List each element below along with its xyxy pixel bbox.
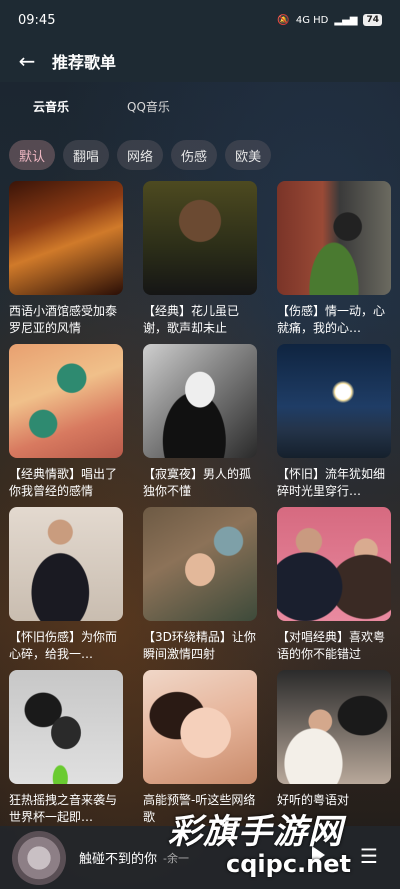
playlist-cover xyxy=(143,344,257,458)
playlist-cover xyxy=(9,670,123,784)
playlist-cover xyxy=(143,507,257,621)
playlist-cover xyxy=(277,507,391,621)
tag-cover[interactable]: 翻唱 xyxy=(63,140,110,170)
playlist-cover xyxy=(9,181,123,295)
tag-sad[interactable]: 伤感 xyxy=(171,140,218,170)
status-bar: 09:45 🔕 4G HD ▂▄▆ 74 xyxy=(0,0,400,40)
mute-icon: 🔕 xyxy=(277,14,290,26)
mini-player[interactable]: 触碰不到的你 -余一 ☰ xyxy=(0,826,400,889)
playlist-card[interactable]: 西语小酒馆感受加泰罗尼亚的风情 xyxy=(9,181,123,344)
playlist-cover xyxy=(143,181,257,295)
tab-cloud-music[interactable]: 云音乐 xyxy=(33,98,69,115)
status-icons: 🔕 4G HD ▂▄▆ 74 xyxy=(277,14,382,26)
playlist-title: 好听的粤语对 xyxy=(277,793,350,807)
playlist-title: 狂热摇拽之音来袭与世界杯一起即… xyxy=(9,793,118,824)
now-playing-artist: -余一 xyxy=(163,851,189,865)
playlist-card[interactable]: 【怀旧伤感】为你而心碎，给我一… xyxy=(9,507,123,670)
source-tabs: 云音乐 QQ音乐 xyxy=(0,92,400,120)
network-indicator: 4G HD xyxy=(295,14,329,26)
playlist-card[interactable]: 【经典情歌】唱出了你我曾经的感情 xyxy=(9,344,123,507)
playlist-card[interactable]: 【寂寞夜】男人的孤独你不懂 xyxy=(143,344,257,507)
tag-network[interactable]: 网络 xyxy=(117,140,164,170)
category-tags: 默认 翻唱 网络 伤感 欧美 xyxy=(9,140,272,170)
playlist-title: 【经典】花儿虽已谢，歌声却未止 xyxy=(143,304,240,335)
playlist-cover xyxy=(277,344,391,458)
playlist-cover xyxy=(9,507,123,621)
playlist-cover xyxy=(277,670,391,784)
playlist-cover xyxy=(277,181,391,295)
battery-icon: 74 xyxy=(363,14,382,26)
playlist-title: 【经典情歌】唱出了你我曾经的感情 xyxy=(9,467,118,498)
playlist-cover xyxy=(143,670,257,784)
tab-qq-music[interactable]: QQ音乐 xyxy=(127,98,170,115)
playlist-title: 【怀旧】流年犹如细碎时光里穿行… xyxy=(277,467,386,498)
tag-default[interactable]: 默认 xyxy=(9,140,56,170)
playlist-title: 高能预警-听这些网络歌 xyxy=(143,793,256,824)
playlist-title: 【怀旧伤感】为你而心碎，给我一… xyxy=(9,630,118,661)
signal-icon: ▂▄▆ xyxy=(334,14,358,26)
status-time: 09:45 xyxy=(18,12,56,28)
playlist-card[interactable]: 高能预警-听这些网络歌 xyxy=(143,670,257,833)
playlist-card[interactable]: 【对唱经典】喜欢粤语的你不能错过 xyxy=(277,507,391,670)
playlist-title: 【3D环绕精品】让你瞬间激情四射 xyxy=(143,630,256,661)
playlist-card[interactable]: 【3D环绕精品】让你瞬间激情四射 xyxy=(143,507,257,670)
play-icon[interactable] xyxy=(312,846,325,864)
playlist-title: 西语小酒馆感受加泰罗尼亚的风情 xyxy=(9,304,118,335)
playlist-card[interactable]: 【伤感】情一动，心就痛，我的心… xyxy=(277,181,391,344)
playlist-cover xyxy=(9,344,123,458)
page-title: 推荐歌单 xyxy=(52,53,117,72)
playlist-card[interactable]: 【怀旧】流年犹如细碎时光里穿行… xyxy=(277,344,391,507)
back-arrow-icon[interactable]: ← xyxy=(16,49,38,73)
playlist-card[interactable]: 好听的粤语对 xyxy=(277,670,391,833)
playlist-title: 【伤感】情一动，心就痛，我的心… xyxy=(277,304,386,335)
playlist-grid: 西语小酒馆感受加泰罗尼亚的风情 【经典】花儿虽已谢，歌声却未止 【伤感】情一动，… xyxy=(9,181,391,833)
tag-western[interactable]: 欧美 xyxy=(225,140,272,170)
now-playing-title: 触碰不到的你 xyxy=(79,852,158,867)
app-bar: ← 推荐歌单 xyxy=(0,40,400,82)
playlist-queue-icon[interactable]: ☰ xyxy=(360,844,378,868)
playlist-card[interactable]: 【经典】花儿虽已谢，歌声却未止 xyxy=(143,181,257,344)
playlist-title: 【对唱经典】喜欢粤语的你不能错过 xyxy=(277,630,386,661)
now-playing-cover[interactable] xyxy=(12,830,66,885)
playlist-title: 【寂寞夜】男人的孤独你不懂 xyxy=(143,467,252,498)
playlist-card[interactable]: 狂热摇拽之音来袭与世界杯一起即… xyxy=(9,670,123,833)
